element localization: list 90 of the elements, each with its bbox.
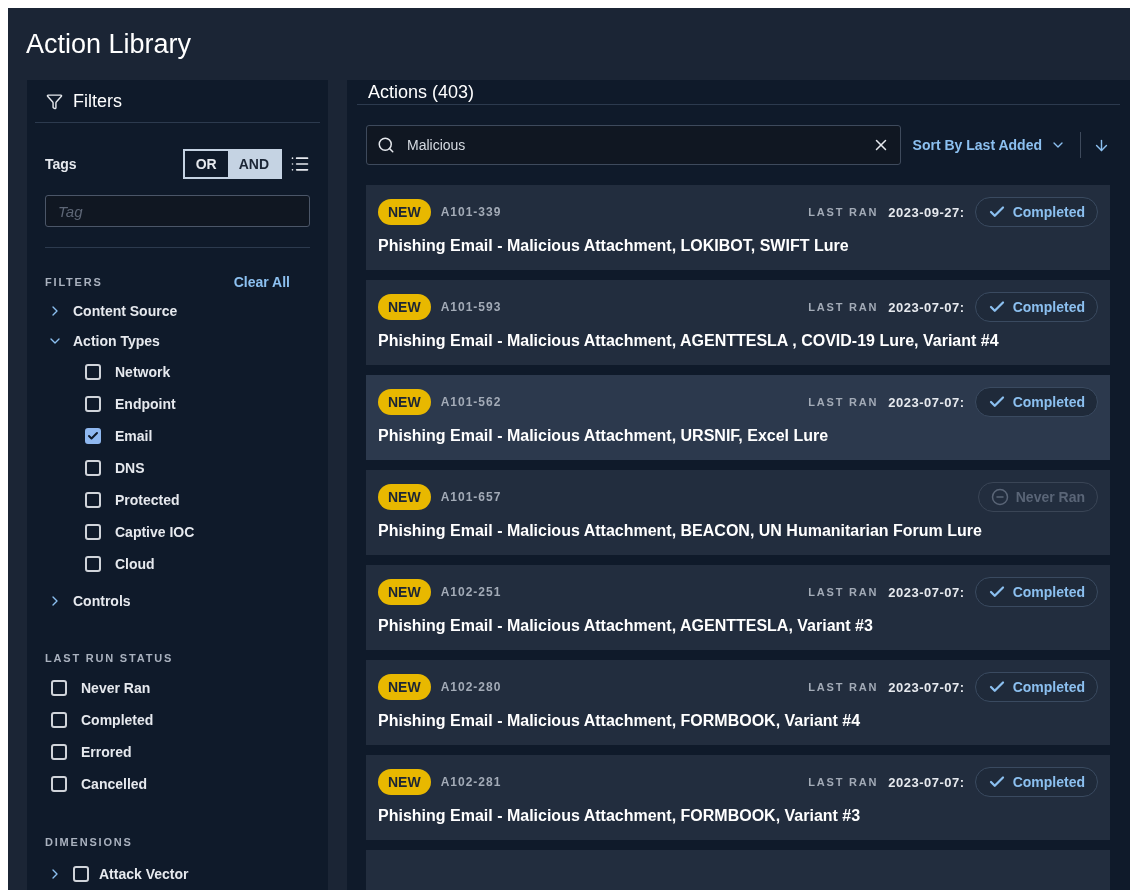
action-title: Phishing Email - Malicious Attachment, AGENTTESLA , COVID-19 Lure, Variant #4 bbox=[378, 332, 1000, 350]
last-ran-date: 2023-07-07: bbox=[888, 299, 965, 315]
checkbox[interactable] bbox=[51, 744, 67, 760]
checkbox[interactable] bbox=[85, 460, 101, 476]
status-pill[interactable]: Completed bbox=[974, 197, 1098, 227]
status-pill[interactable]: Completed bbox=[974, 292, 1098, 322]
action-id: A102-251 bbox=[440, 585, 503, 599]
last-ran-label: LAST RAN bbox=[808, 586, 879, 598]
toggle-option[interactable]: AND bbox=[227, 151, 280, 178]
checkbox[interactable] bbox=[85, 364, 101, 380]
sort-dropdown[interactable]: Sort By Last Added bbox=[912, 132, 1081, 158]
action-title: Phishing Email - Malicious Attachment, AGENTTESLA, Variant #3 bbox=[378, 617, 874, 635]
checkbox-label: Cancelled bbox=[81, 776, 148, 792]
last-ran-date: 2023-07-07: bbox=[888, 584, 965, 600]
search-input[interactable]: Malicious bbox=[405, 136, 862, 154]
checkbox-label: Attack Vector bbox=[99, 866, 189, 882]
status-pill[interactable]: Completed bbox=[974, 767, 1098, 797]
checkbox[interactable] bbox=[85, 428, 101, 444]
action-title: Phishing Email - Malicious Attachment, BEACON, UN Humanitarian Forum Lure bbox=[378, 522, 983, 540]
last-ran-label: LAST RAN bbox=[808, 776, 879, 788]
new-badge: NEW bbox=[378, 484, 431, 510]
check-icon bbox=[87, 430, 99, 442]
tag-input[interactable]: Tag bbox=[45, 195, 310, 227]
minus-circle-icon bbox=[990, 488, 1009, 506]
action-title: Phishing Email - Malicious Attachment, FORMBOOK, Variant #3 bbox=[378, 807, 862, 825]
last-ran-label: LAST RAN bbox=[808, 681, 879, 693]
action-card[interactable]: NEW A101-593 LAST RAN 2023-07-07: Completed Phishing Email - Malicious Attachment, AGENTTESLA , COVID-19 Lure, Variant #4 bbox=[366, 280, 1110, 365]
checkbox-label: Never Ran bbox=[81, 680, 151, 696]
panel-title: Actions (403) bbox=[368, 81, 475, 103]
checkbox-label: Completed bbox=[81, 712, 154, 728]
action-id: A102-280 bbox=[440, 680, 503, 694]
checkbox[interactable] bbox=[85, 524, 101, 540]
action-id: A101-593 bbox=[440, 300, 503, 314]
checkbox[interactable] bbox=[51, 712, 67, 728]
page-title: Action Library bbox=[25, 27, 193, 61]
checkbox[interactable] bbox=[51, 776, 67, 792]
checkbox[interactable] bbox=[85, 556, 101, 572]
section-heading: LAST RUN STATUS bbox=[45, 652, 175, 664]
panel-title: Filters bbox=[73, 90, 122, 112]
last-ran-date: 2023-07-07: bbox=[888, 679, 965, 695]
action-card[interactable]: NEW A102-281 LAST RAN 2023-07-07: Completed Phishing Email - Malicious Attachment, FORMBOOK, Variant #3 bbox=[366, 755, 1110, 840]
last-ran-date: 2023-07-07: bbox=[888, 774, 965, 790]
action-id: A101-562 bbox=[440, 395, 503, 409]
status-pill[interactable]: Completed bbox=[974, 577, 1098, 607]
filter-group[interactable]: Content Source bbox=[47, 296, 320, 326]
search-icon bbox=[377, 136, 395, 154]
new-badge: NEW bbox=[378, 199, 431, 225]
filter-group[interactable]: Controls bbox=[47, 586, 320, 616]
last-ran-date: 2023-07-07: bbox=[888, 394, 965, 410]
filter-icon bbox=[46, 92, 63, 110]
checkbox-label: Captive IOC bbox=[115, 524, 195, 540]
new-badge: NEW bbox=[378, 674, 431, 700]
last-ran-date: 2023-09-27: bbox=[888, 204, 965, 220]
search-field[interactable]: Malicious bbox=[366, 125, 901, 165]
action-card[interactable]: NEW A101-339 LAST RAN 2023-09-27: Completed Phishing Email - Malicious Attachment, LOKIBOT, SWIFT Lure bbox=[366, 185, 1110, 270]
action-id: A101-657 bbox=[440, 490, 503, 504]
status-pill[interactable]: Completed bbox=[974, 387, 1098, 417]
new-badge: NEW bbox=[378, 579, 431, 605]
checkbox-label: Protected bbox=[115, 492, 180, 508]
checkbox-label: Email bbox=[115, 428, 153, 444]
new-badge: NEW bbox=[378, 294, 431, 320]
new-badge: NEW bbox=[378, 769, 431, 795]
action-card[interactable]: NEW A102-280 LAST RAN 2023-07-07: Completed Phishing Email - Malicious Attachment, FORMBOOK, Variant #4 bbox=[366, 660, 1110, 745]
checkbox-label: Cloud bbox=[115, 556, 155, 572]
action-title: Phishing Email - Malicious Attachment, URSNIF, Excel Lure bbox=[378, 427, 830, 445]
new-badge: NEW bbox=[378, 389, 431, 415]
action-card[interactable]: NEW A102-251 LAST RAN 2023-07-07: Completed Phishing Email - Malicious Attachment, AGENTTESLA, Variant #3 bbox=[366, 565, 1110, 650]
last-ran-label: LAST RAN bbox=[808, 301, 879, 313]
action-title: Phishing Email - Malicious Attachment, FORMBOOK, Variant #4 bbox=[378, 712, 862, 730]
last-ran-label: LAST RAN bbox=[808, 396, 879, 408]
last-ran-label: LAST RAN bbox=[808, 206, 879, 218]
clear-all-link[interactable]: Clear All bbox=[233, 274, 290, 290]
checkbox-label: Endpoint bbox=[115, 396, 176, 412]
tags-label: Tags bbox=[45, 156, 78, 173]
checkbox[interactable] bbox=[73, 866, 89, 882]
filter-group[interactable]: Action Types bbox=[47, 326, 320, 356]
action-id: A101-339 bbox=[440, 205, 503, 219]
checkbox-label: Errored bbox=[81, 744, 132, 760]
checkbox-label: Network bbox=[115, 364, 171, 380]
section-heading: DIMENSIONS bbox=[45, 836, 134, 848]
action-id: A102-281 bbox=[440, 775, 503, 789]
checkbox[interactable] bbox=[85, 396, 101, 412]
action-card[interactable]: NEW A101-657 Never Ran Phishing Email - Malicious Attachment, BEACON, UN Humanitarian Forum Lure bbox=[366, 470, 1110, 555]
status-pill[interactable]: Completed bbox=[974, 672, 1098, 702]
checkbox[interactable] bbox=[85, 492, 101, 508]
checkbox[interactable] bbox=[51, 680, 67, 696]
action-title: Phishing Email - Malicious Attachment, LOKIBOT, SWIFT Lure bbox=[378, 237, 850, 255]
checkbox-label: DNS bbox=[115, 460, 145, 476]
action-card[interactable]: NEW A101-562 LAST RAN 2023-07-07: Completed Phishing Email - Malicious Attachment, URSNIF, Excel Lure bbox=[366, 375, 1110, 460]
section-heading: FILTERS bbox=[45, 276, 103, 288]
